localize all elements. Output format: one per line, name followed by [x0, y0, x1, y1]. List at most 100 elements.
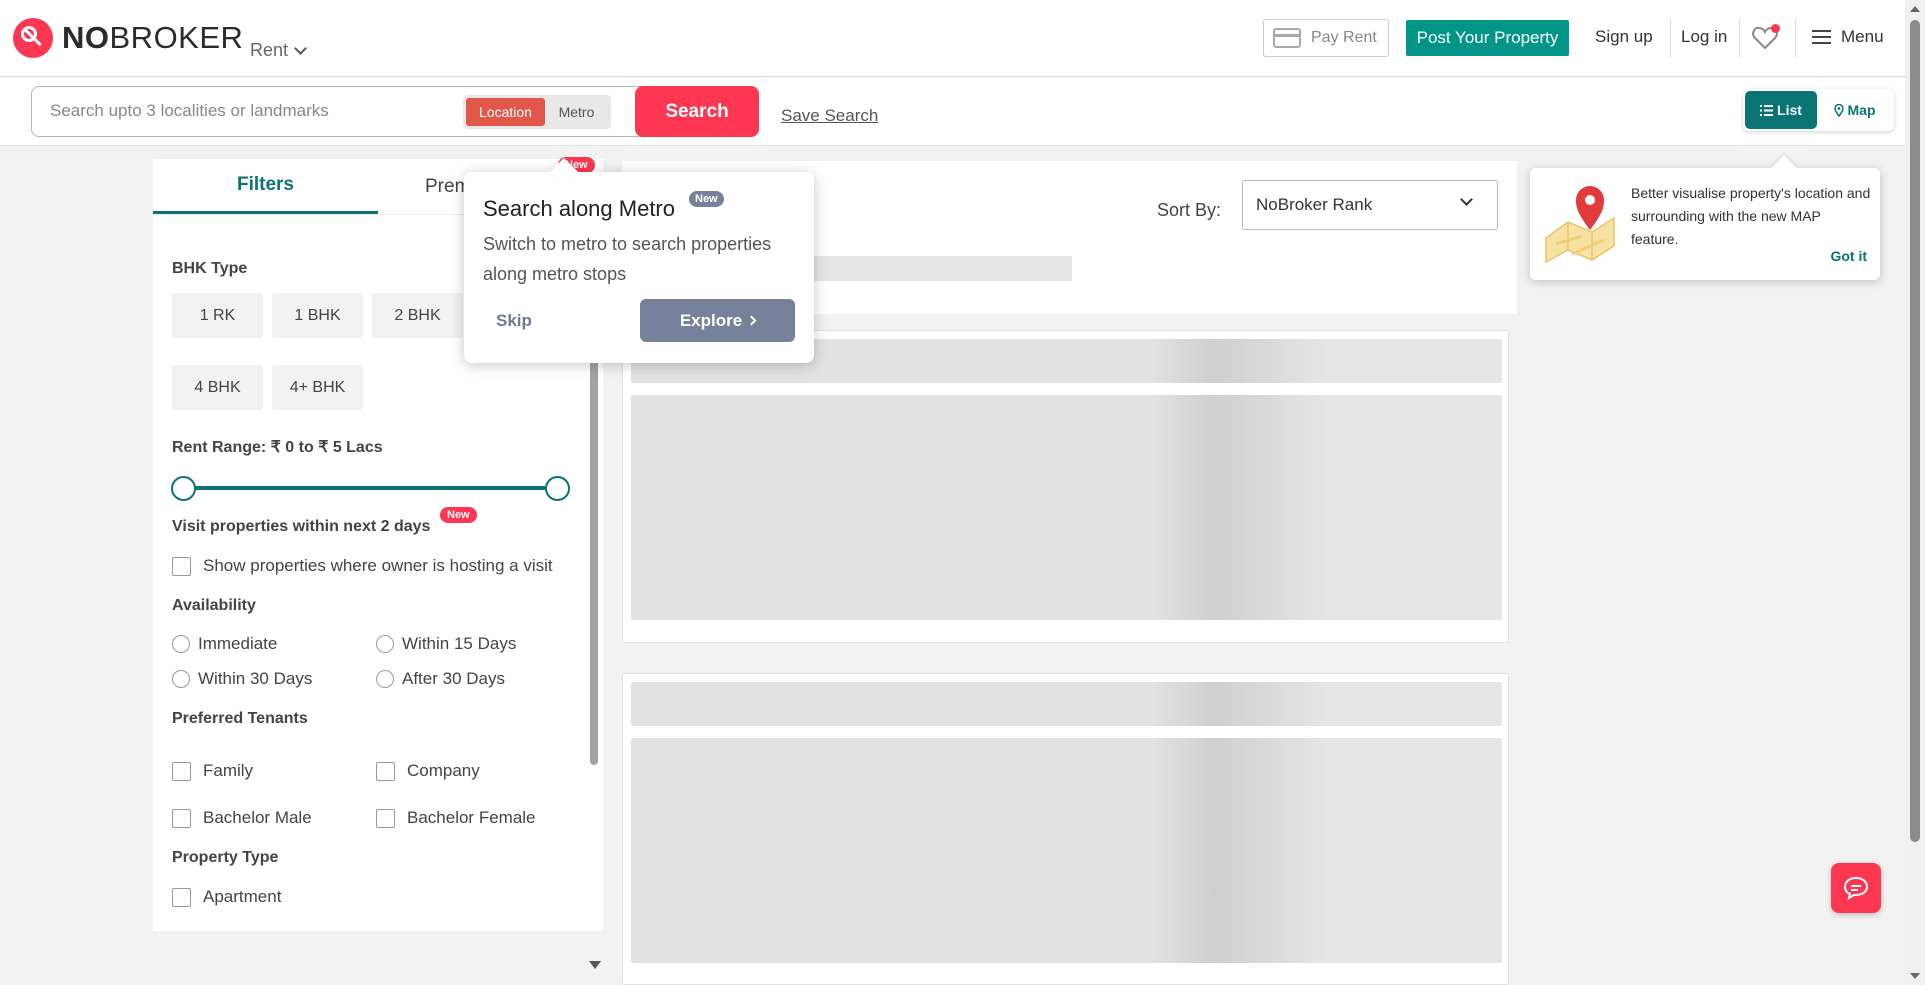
checkbox-label: Show properties where owner is hosting a…: [203, 556, 553, 575]
checkbox[interactable]: [172, 761, 191, 781]
explore-button[interactable]: Explore: [640, 299, 795, 342]
toggle-location[interactable]: Location: [466, 98, 545, 126]
radio[interactable]: [172, 670, 190, 688]
save-search-link[interactable]: Save Search: [781, 106, 878, 126]
radio[interactable]: [376, 635, 394, 653]
view-toggle: List Map: [1743, 89, 1894, 131]
checkbox-label: Bachelor Male: [203, 808, 312, 827]
rent-range-title: Rent Range: ₹ 0 to ₹ 5 Lacs: [172, 439, 383, 456]
chat-button[interactable]: [1831, 863, 1881, 913]
chevron-down-icon: [1460, 193, 1473, 206]
loading-skeleton: [631, 738, 1502, 963]
menu-button[interactable]: Menu: [1812, 27, 1884, 47]
bhk-option-1bhk[interactable]: 1 BHK: [272, 293, 363, 338]
checkbox-label: Apartment: [203, 887, 282, 906]
scrollbar-thumb[interactable]: [1910, 20, 1920, 842]
rent-range-track[interactable]: [188, 486, 560, 490]
checkbox[interactable]: [376, 808, 395, 828]
popover-title: Search along Metro: [483, 196, 675, 221]
card-icon: [1273, 28, 1301, 48]
map-pin-icon: [1833, 103, 1844, 117]
hamburger-icon: [1812, 30, 1831, 44]
toggle-metro[interactable]: Metro: [545, 98, 608, 126]
divider: [1739, 19, 1740, 57]
scroll-up-arrow[interactable]: [1910, 6, 1920, 12]
owner-hosting-visit-checkbox[interactable]: Show properties where owner is hosting a…: [172, 556, 553, 576]
visit-properties-title: Visit properties within next 2 days: [172, 518, 431, 535]
property-type-title: Property Type: [172, 849, 279, 866]
radio[interactable]: [172, 635, 190, 653]
bhk-option-4bhk[interactable]: 4 BHK: [172, 365, 263, 410]
tab-premium-filters[interactable]: Prem New: [153, 157, 595, 215]
divider: [1670, 19, 1671, 57]
logo-text: NOBROKER: [62, 20, 244, 55]
checkbox[interactable]: [172, 556, 191, 576]
got-it-button[interactable]: Got it: [1830, 248, 1867, 264]
list-view-label: List: [1777, 102, 1802, 118]
bhk-option-4plus-bhk[interactable]: 4+ BHK: [272, 365, 363, 410]
rent-dropdown[interactable]: Rent: [250, 40, 307, 61]
list-view-button[interactable]: List: [1745, 91, 1817, 129]
map-illustration-icon: [1545, 186, 1615, 264]
arrow-right-icon: [746, 315, 757, 326]
loading-skeleton: [631, 682, 1502, 726]
map-feature-tooltip: Better visualise property's location and…: [1530, 168, 1880, 280]
checkbox[interactable]: [172, 808, 191, 828]
radio-label: Within 30 Days: [198, 669, 313, 688]
map-view-label: Map: [1847, 102, 1876, 118]
tenant-bachelor-female[interactable]: Bachelor Female: [376, 808, 536, 828]
top-header: NOBROKER Rent Pay Rent Post Your Propert…: [0, 0, 1905, 77]
location-metro-toggle: Location Metro: [463, 95, 611, 129]
tooltip-text: Better visualise property's location and…: [1631, 185, 1871, 247]
bhk-option-2bhk[interactable]: 2 BHK: [372, 293, 463, 338]
scroll-down-arrow[interactable]: [589, 961, 601, 969]
preferred-tenants-title: Preferred Tenants: [172, 710, 308, 727]
tenant-bachelor-male[interactable]: Bachelor Male: [172, 808, 312, 828]
bhk-option-1rk[interactable]: 1 RK: [172, 293, 263, 338]
sort-dropdown-value: NoBroker Rank: [1256, 195, 1373, 214]
property-card-skeleton: [622, 330, 1509, 643]
tenant-company[interactable]: Company: [376, 761, 480, 781]
radio-label: Within 15 Days: [402, 634, 517, 653]
tenant-family[interactable]: Family: [172, 761, 253, 781]
divider: [1795, 19, 1796, 57]
availability-immediate[interactable]: Immediate: [172, 634, 277, 654]
scroll-down-arrow[interactable]: [1910, 973, 1920, 979]
popover-body: Switch to metro to search properties alo…: [483, 234, 772, 284]
popover-new-badge: New: [689, 191, 724, 207]
property-type-apartment[interactable]: Apartment: [172, 887, 281, 907]
shortlist-heart-icon[interactable]: [1752, 24, 1780, 50]
page-scrollbar[interactable]: [1905, 0, 1925, 985]
skip-button[interactable]: Skip: [496, 311, 532, 331]
rent-range-min-handle[interactable]: [171, 476, 196, 501]
sign-up-link[interactable]: Sign up: [1595, 27, 1653, 47]
availability-within-30-days[interactable]: Within 30 Days: [172, 669, 312, 689]
checkbox[interactable]: [172, 887, 191, 907]
availability-within-15-days[interactable]: Within 15 Days: [376, 634, 516, 654]
availability-after-30-days[interactable]: After 30 Days: [376, 669, 505, 689]
radio[interactable]: [376, 670, 394, 688]
pay-rent-label: Pay Rent: [1311, 29, 1377, 46]
nobroker-logo[interactable]: NOBROKER: [13, 18, 243, 58]
menu-label: Menu: [1841, 27, 1884, 46]
property-card-skeleton: [622, 673, 1509, 985]
loading-skeleton: [792, 256, 1072, 281]
sort-dropdown[interactable]: NoBroker Rank: [1242, 180, 1498, 230]
search-button[interactable]: Search: [635, 86, 759, 137]
loading-skeleton: [631, 395, 1502, 620]
pay-rent-button[interactable]: Pay Rent: [1263, 19, 1389, 57]
rent-range-max-handle[interactable]: [545, 476, 570, 501]
checkbox-label: Company: [407, 761, 480, 780]
chevron-down-icon: [294, 41, 307, 55]
radio-label: Immediate: [198, 634, 278, 653]
log-in-link[interactable]: Log in: [1681, 27, 1727, 47]
map-view-button[interactable]: Map: [1817, 102, 1892, 118]
checkbox[interactable]: [376, 761, 395, 781]
post-property-button[interactable]: Post Your Property: [1406, 20, 1569, 56]
search-box: Location Metro: [31, 86, 661, 137]
locality-search-input[interactable]: [50, 101, 450, 121]
search-along-metro-popover: Search along Metro New Switch to metro t…: [464, 172, 814, 363]
availability-title: Availability: [172, 597, 256, 614]
rent-dropdown-label: Rent: [250, 40, 289, 60]
explore-label: Explore: [679, 310, 743, 330]
